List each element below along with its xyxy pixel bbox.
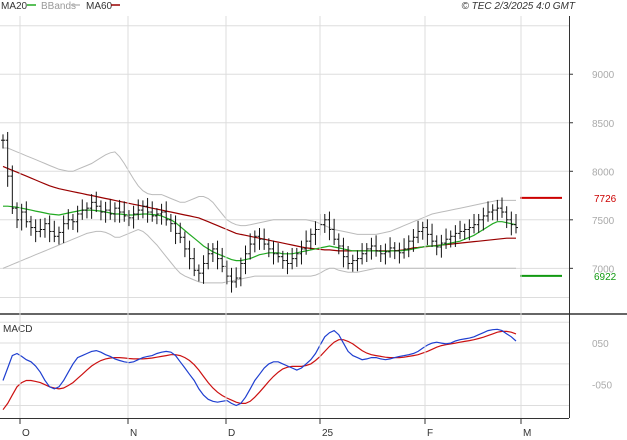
legend-ma60-label: MA60 <box>86 1 113 12</box>
macd-tick-label: 050 <box>592 339 609 350</box>
x-tick-label: D <box>228 428 235 439</box>
legend: MA20 BBands MA60 <box>1 1 120 12</box>
price-tick-label: 7500 <box>592 216 615 227</box>
macd-line <box>2 328 517 407</box>
x-tick-label: 25 <box>322 428 334 439</box>
legend-ma20-label: MA20 <box>1 1 28 12</box>
x-tick-label: O <box>22 428 30 439</box>
support-label: 6922 <box>594 272 617 283</box>
macd-tick-label: -050 <box>592 381 612 392</box>
resistance-label: 7726 <box>594 194 617 205</box>
x-tick-label: M <box>523 428 531 439</box>
copyright-text: © TEC 2/3/2025 4:0 GMT <box>461 1 575 12</box>
price-tick-label: 8500 <box>592 119 615 130</box>
legend-bbands-label: BBands <box>41 1 76 12</box>
chart-root: MA20 BBands MA60 © TEC 2/3/2025 4:0 GMT … <box>0 1 627 439</box>
price-plot-area <box>0 16 570 312</box>
x-tick-label: N <box>130 428 137 439</box>
price-tick-label: 8000 <box>592 167 615 178</box>
x-tick-label: F <box>427 428 433 439</box>
price-tick-label: 9000 <box>592 70 615 81</box>
price-panel: 9000850080007500700077266922 <box>0 16 627 418</box>
macd-panel-title: MACD <box>3 324 32 335</box>
